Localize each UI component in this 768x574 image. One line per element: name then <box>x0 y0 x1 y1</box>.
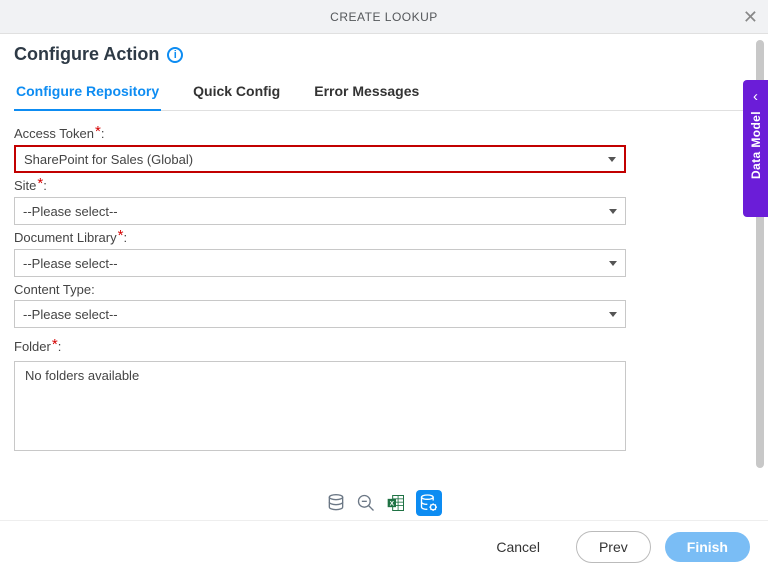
required-asterisk: * <box>37 175 43 192</box>
zoom-out-icon[interactable] <box>356 493 376 513</box>
toolbar: X <box>0 486 768 520</box>
dialog: CREATE LOOKUP ✕ Configure Action i Confi… <box>0 0 768 574</box>
label-access-token: Access Token *: <box>14 125 104 142</box>
select-site-value: --Please select-- <box>23 204 118 219</box>
database-icon[interactable] <box>326 493 346 513</box>
chevron-down-icon <box>609 312 617 317</box>
cancel-button[interactable]: Cancel <box>474 532 562 562</box>
label-content-type-text: Content Type: <box>14 282 95 297</box>
excel-icon[interactable]: X <box>386 493 406 513</box>
tab-error-messages[interactable]: Error Messages <box>312 77 421 110</box>
label-access-token-text: Access Token <box>14 126 94 141</box>
footer: Cancel Prev Finish <box>0 520 768 572</box>
prev-button[interactable]: Prev <box>576 531 651 563</box>
section-title-text: Configure Action <box>14 44 159 65</box>
field-site: Site *: --Please select-- <box>14 177 626 225</box>
tab-quick-config[interactable]: Quick Config <box>191 77 282 110</box>
chevron-left-icon: ‹ <box>753 88 758 105</box>
label-folder: Folder *: <box>14 338 61 355</box>
close-icon[interactable]: ✕ <box>743 7 758 28</box>
folder-box[interactable]: No folders available <box>14 361 626 451</box>
side-panel-data-model[interactable]: ‹ Data Model <box>743 80 768 217</box>
content: Configure Action i Configure Repository … <box>0 34 768 486</box>
select-access-token-value: SharePoint for Sales (Global) <box>24 152 193 167</box>
field-content-type: Content Type: --Please select-- <box>14 281 626 328</box>
tab-configure-repository[interactable]: Configure Repository <box>14 77 161 111</box>
required-asterisk: * <box>52 336 58 353</box>
label-document-library-text: Document Library <box>14 230 117 245</box>
chevron-down-icon <box>609 261 617 266</box>
tabs: Configure Repository Quick Config Error … <box>14 77 754 111</box>
field-access-token: Access Token *: SharePoint for Sales (Gl… <box>14 125 626 173</box>
finish-button[interactable]: Finish <box>665 532 750 562</box>
label-content-type: Content Type: <box>14 282 95 297</box>
database-settings-icon[interactable] <box>416 490 442 516</box>
field-document-library: Document Library *: --Please select-- <box>14 229 626 277</box>
section-title: Configure Action i <box>14 44 754 65</box>
dialog-title: CREATE LOOKUP <box>330 10 438 24</box>
select-document-library-value: --Please select-- <box>23 256 118 271</box>
svg-text:X: X <box>390 501 395 508</box>
select-access-token[interactable]: SharePoint for Sales (Global) <box>14 145 626 173</box>
required-asterisk: * <box>95 123 101 140</box>
field-folder: Folder *: No folders available <box>14 338 626 451</box>
folder-empty-text: No folders available <box>25 368 139 383</box>
label-site-text: Site <box>14 178 36 193</box>
label-folder-text: Folder <box>14 339 51 354</box>
label-document-library: Document Library *: <box>14 229 127 246</box>
side-panel-label: Data Model <box>749 111 763 179</box>
label-site: Site *: <box>14 177 47 194</box>
select-document-library[interactable]: --Please select-- <box>14 249 626 277</box>
chevron-down-icon <box>608 157 616 162</box>
select-site[interactable]: --Please select-- <box>14 197 626 225</box>
form-body: Access Token *: SharePoint for Sales (Gl… <box>14 125 754 451</box>
chevron-down-icon <box>609 209 617 214</box>
select-content-type[interactable]: --Please select-- <box>14 300 626 328</box>
select-content-type-value: --Please select-- <box>23 307 118 322</box>
titlebar: CREATE LOOKUP ✕ <box>0 0 768 34</box>
required-asterisk: * <box>118 227 124 244</box>
info-icon[interactable]: i <box>167 47 183 63</box>
